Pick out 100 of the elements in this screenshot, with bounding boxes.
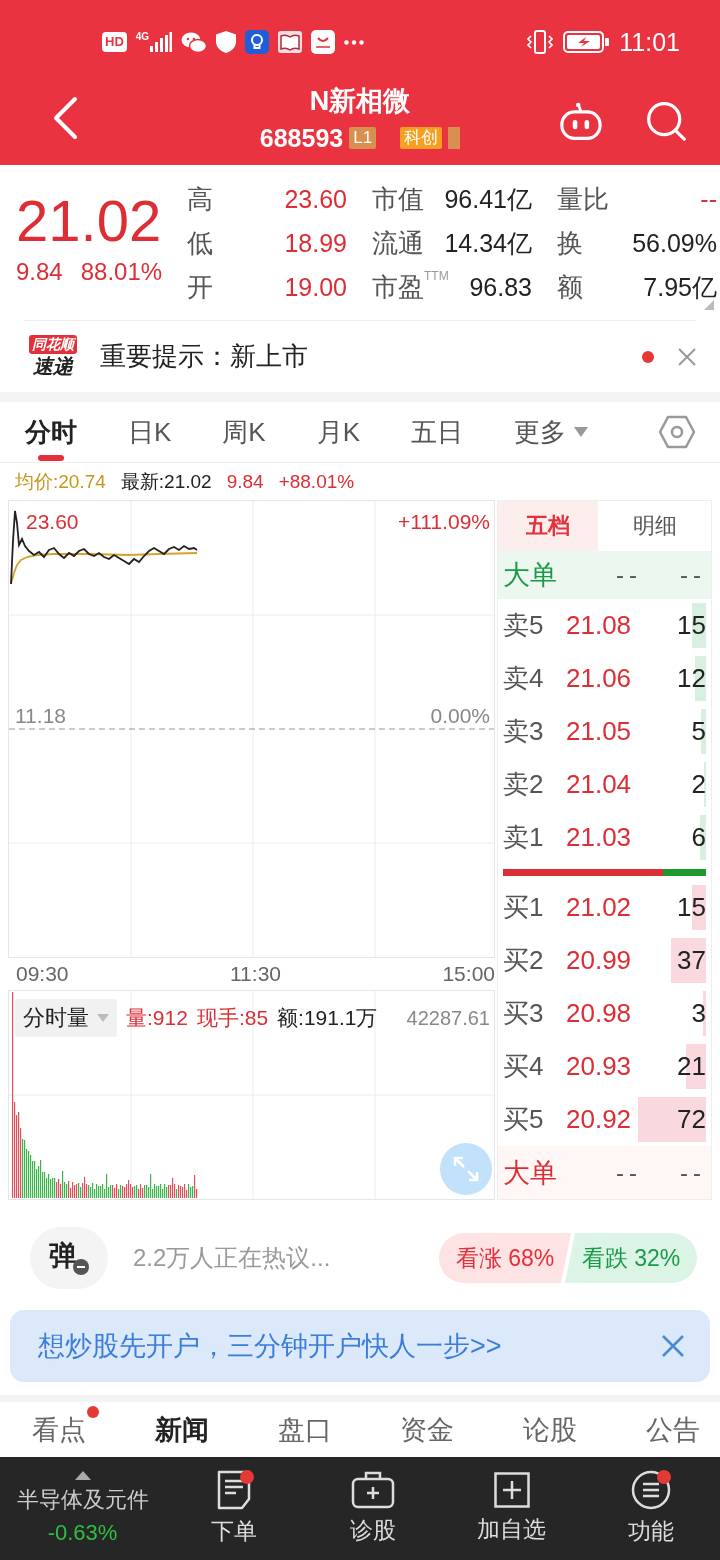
ask-level-label: 卖1 (503, 821, 545, 854)
chart-tab[interactable]: 五日 (411, 402, 464, 462)
bid-price: 21.02 (566, 892, 633, 923)
danmaku-button[interactable]: 弹 (30, 1227, 108, 1289)
stat-value: 18.99 (284, 228, 347, 258)
base-price-label: 11.18 (15, 705, 66, 727)
news-tab[interactable]: 论股 (523, 1411, 578, 1448)
shield-icon (216, 31, 237, 53)
base-percent-label: 0.00% (430, 705, 490, 727)
news-tab[interactable]: 资金 (400, 1411, 455, 1448)
toolbar-button[interactable]: 功能 (581, 1457, 720, 1560)
chart-tab[interactable]: 月K (316, 402, 361, 462)
document-icon (216, 1470, 253, 1510)
large-order-value: -- (680, 1158, 706, 1187)
bid-level-label: 买3 (503, 997, 545, 1030)
logo-bottom-label: 速递 (33, 354, 73, 378)
order-book-tab[interactable]: 五档 (498, 501, 598, 551)
order-book-tab[interactable]: 明细 (598, 501, 711, 551)
vibrate-icon (527, 30, 554, 54)
news-tab[interactable]: 盘口 (277, 1411, 332, 1448)
bid-level-label: 买1 (503, 891, 545, 924)
stat-value: 96.83 (469, 272, 532, 302)
toolbar-button[interactable]: 加自选 (442, 1457, 582, 1560)
stat-label: 额 (557, 270, 583, 304)
volume-stat-text: 现手:85 (196, 1005, 269, 1031)
medical-kit-icon (351, 1471, 396, 1509)
close-icon[interactable] (662, 1335, 684, 1357)
bid-level-label: 买2 (503, 944, 545, 977)
time-axis-label: 15:00 (442, 962, 495, 986)
book-icon (278, 31, 303, 53)
stat-value: -- (700, 184, 717, 214)
chart-info-text: 均价:20.74 (15, 469, 106, 494)
ellipsis-icon (344, 39, 365, 45)
stat-label: 量比 (557, 182, 609, 216)
stock-code: 688593 (259, 123, 344, 154)
sector-change: -0.63% (47, 1520, 118, 1546)
ask-price: 21.04 (566, 769, 633, 800)
triangle-up-icon[interactable] (74, 1471, 91, 1480)
stat-label: 市值 (372, 182, 424, 216)
close-icon[interactable] (678, 347, 696, 366)
news-tab[interactable]: 公告 (646, 1411, 700, 1448)
chart-info-text: +88.01% (278, 470, 355, 493)
stat-value: 23.60 (284, 184, 347, 214)
clipped-tag-icon (448, 127, 461, 149)
plus-square-icon (493, 1472, 530, 1508)
last-price: 21.02 (16, 191, 163, 251)
chart-tab[interactable]: 日K (128, 402, 172, 462)
toolbar-button[interactable]: 下单 (165, 1457, 304, 1560)
stat-label: 高 (187, 182, 213, 216)
time-axis-label: 11:30 (230, 962, 281, 986)
app-icon (311, 30, 336, 54)
large-order-value: -- (680, 561, 706, 589)
battery-icon (563, 31, 610, 53)
network-type-label: 4G (135, 32, 150, 42)
stat-label: 流通 (372, 226, 424, 260)
stat-value: 14.34亿 (444, 227, 532, 259)
chart-info-text: 9.84 (226, 470, 264, 493)
price-change: 9.84 (16, 258, 63, 286)
bid-level-label: 买4 (503, 1050, 545, 1083)
volume-stat-text: 量:912 (126, 1005, 188, 1031)
time-axis-label: 09:30 (16, 962, 69, 986)
clock-time: 11:01 (619, 27, 680, 57)
ask-level-label: 卖4 (503, 662, 545, 695)
bid-volume-cell: 72 (636, 1097, 706, 1142)
board-tag: 科创 (400, 127, 443, 149)
bid-price: 20.99 (566, 945, 633, 976)
large-order-value: -- (616, 561, 642, 589)
news-tab[interactable]: 新闻 (154, 1411, 209, 1448)
ask-price: 21.08 (566, 610, 633, 641)
volume-axis-label: 42287.61 (406, 1006, 490, 1030)
bid-level-label: 买5 (503, 1103, 545, 1136)
signal-icon (150, 32, 173, 52)
bid-price: 20.98 (566, 998, 633, 1029)
sector-button[interactable]: 半导体及元件 (16, 1485, 149, 1515)
back-icon[interactable] (52, 95, 78, 140)
chart-tab[interactable]: 周K (222, 402, 266, 462)
stat-value: 56.09% (632, 228, 717, 258)
stock-name: N新相微 (309, 85, 411, 118)
corner-triangle-icon[interactable] (704, 300, 714, 310)
settings-icon[interactable] (659, 415, 695, 449)
stat-label: 低 (187, 226, 213, 260)
toolbar-button[interactable]: 诊股 (303, 1457, 443, 1560)
ask-price: 21.05 (566, 716, 633, 747)
stat-label: 开 (187, 270, 213, 304)
bid-price: 20.92 (566, 1104, 633, 1135)
volume-type-dropdown[interactable]: 分时量 (15, 999, 117, 1037)
news-tab[interactable]: 看点 (32, 1411, 86, 1448)
high-price-label: 23.60 (26, 511, 79, 533)
ask-price: 21.03 (566, 822, 633, 853)
lightbulb-icon (245, 30, 270, 54)
percent-change: 88.01% (80, 258, 163, 286)
hd-indicator: HD (102, 32, 127, 52)
bullish-vote-button[interactable]: 看涨 68% (439, 1233, 571, 1283)
large-order-label: 大单 (503, 1156, 558, 1190)
stat-value: 19.00 (284, 272, 347, 302)
chart-tab[interactable]: 更多 (514, 402, 589, 462)
stat-value: 96.41亿 (444, 183, 532, 215)
large-order-label: 大单 (503, 559, 558, 592)
chart-tab[interactable]: 分时 (25, 402, 77, 462)
notice-text[interactable]: 重要提示：新上市 (100, 339, 308, 374)
